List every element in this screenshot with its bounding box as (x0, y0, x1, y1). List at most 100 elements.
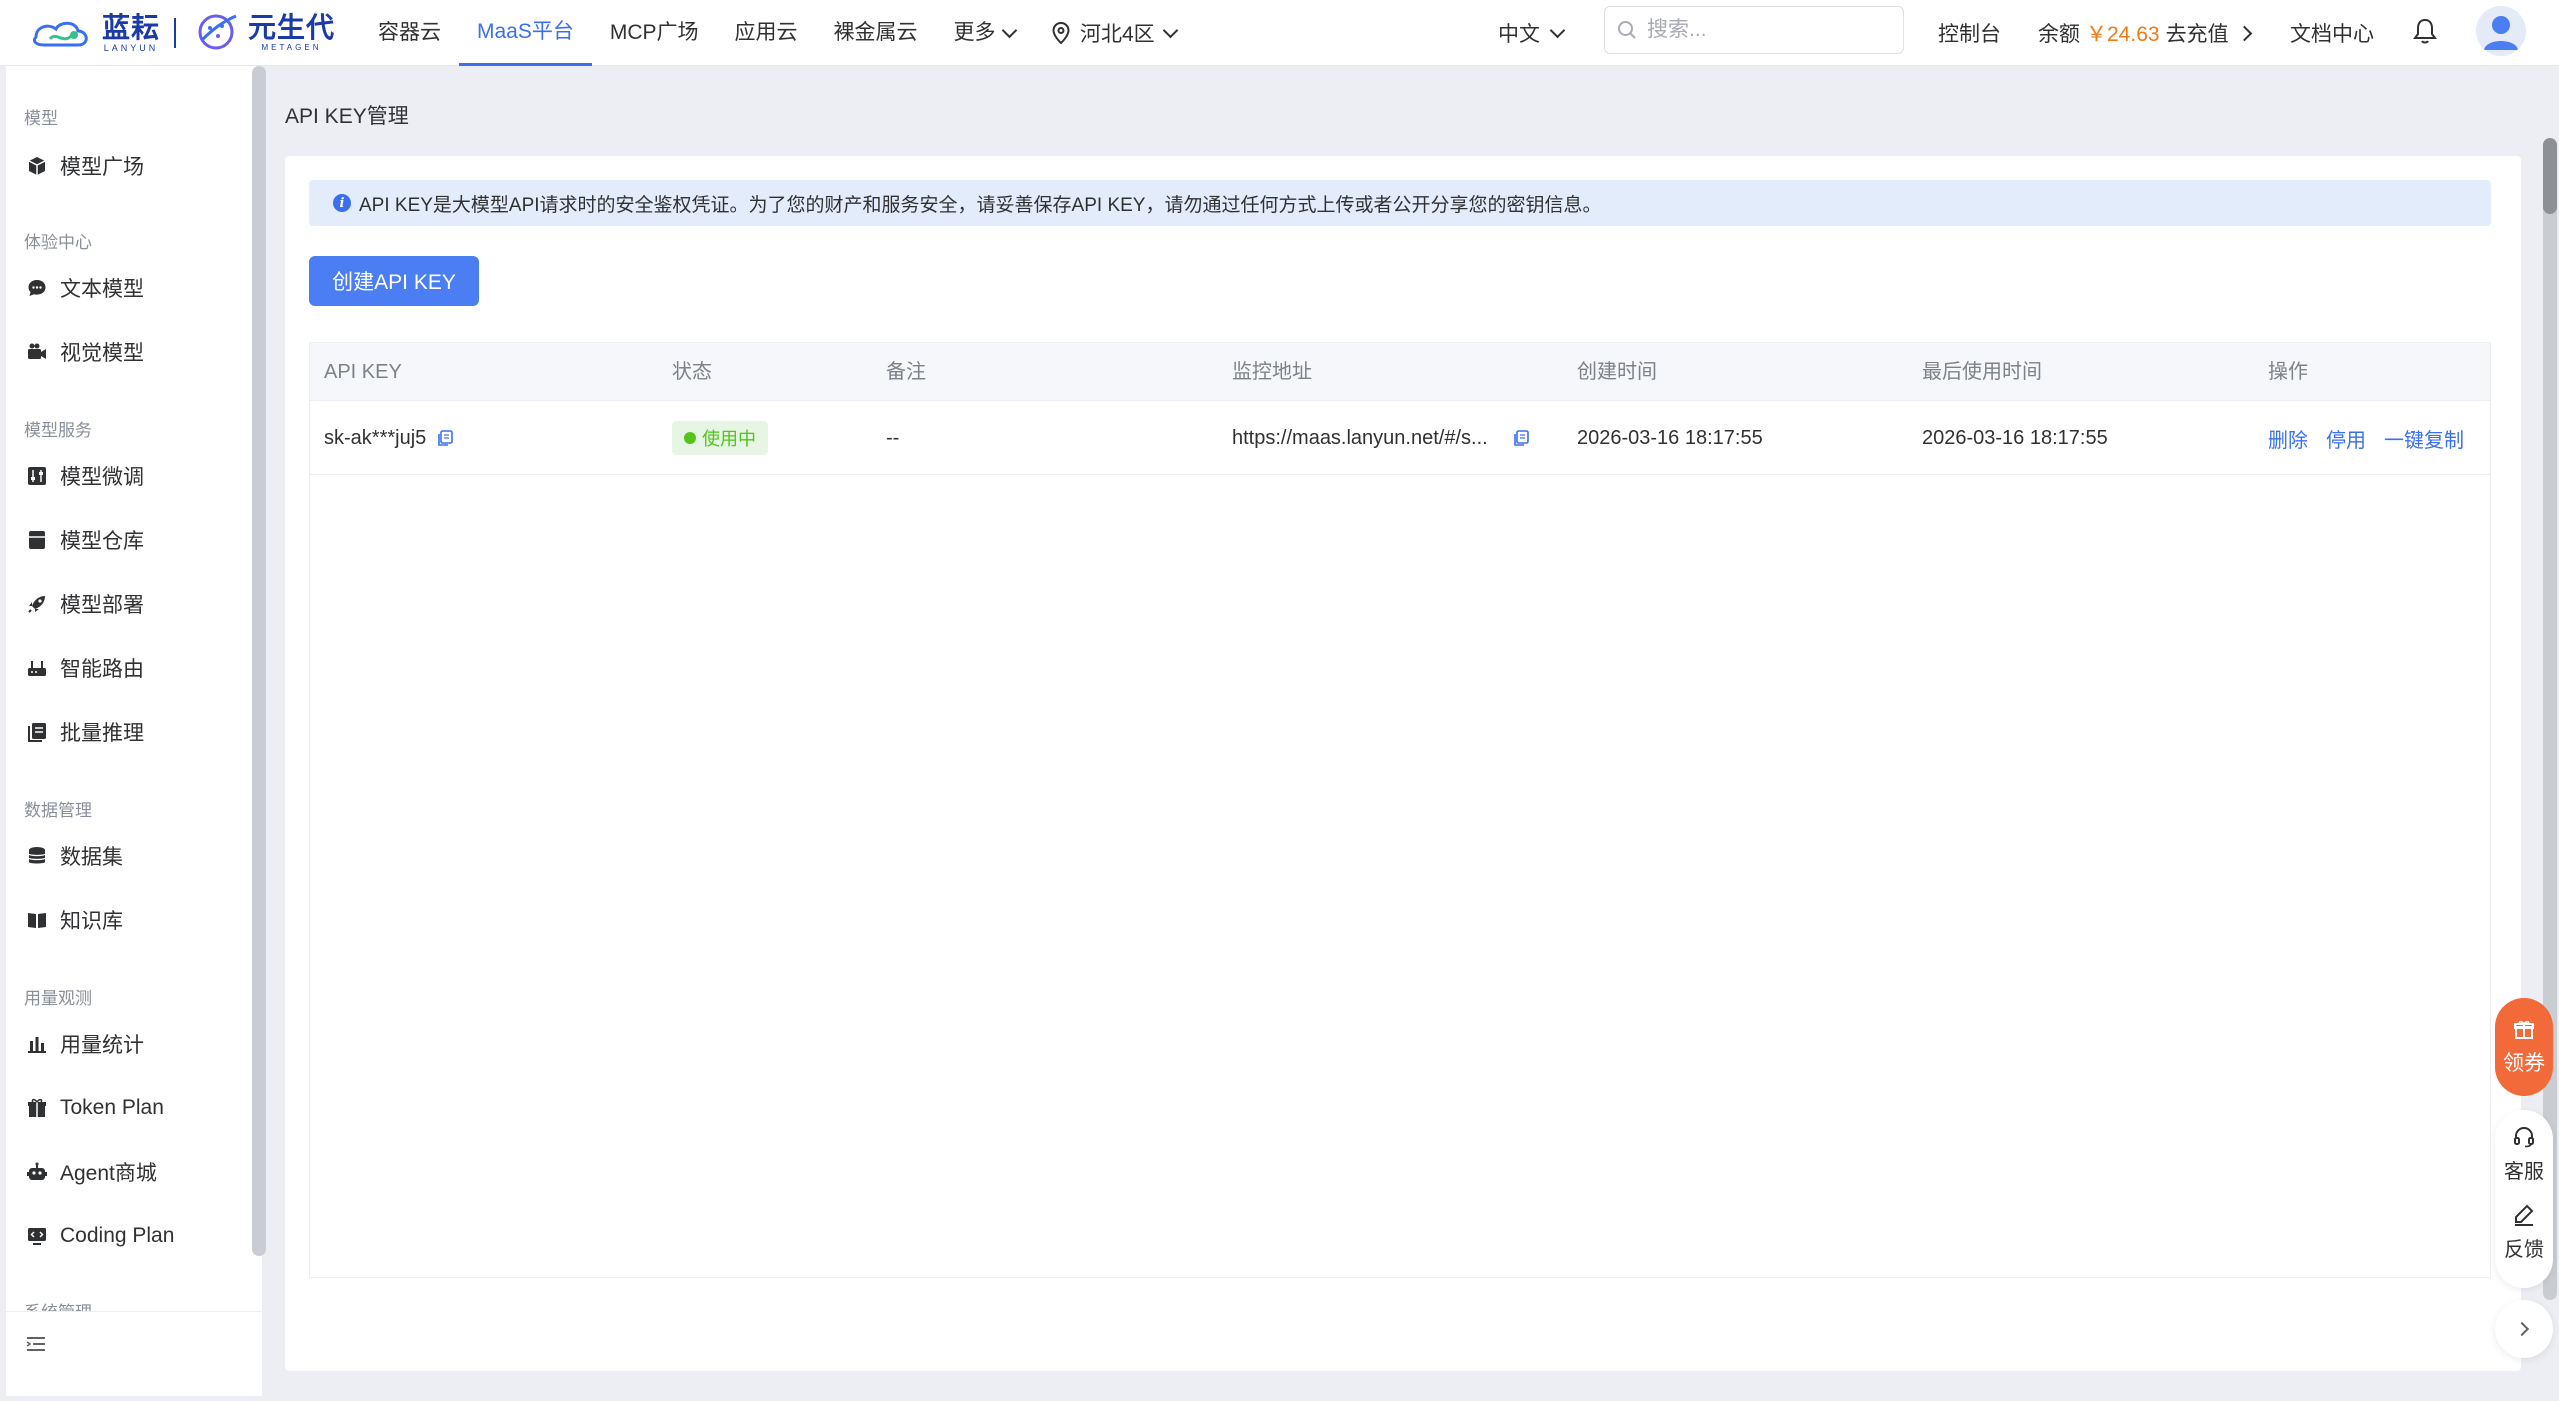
copy-icon[interactable] (436, 429, 454, 447)
language-selector[interactable]: 中文 (1498, 0, 1566, 66)
nav-item-mcp[interactable]: MCP广场 (592, 0, 717, 66)
sidebar-group-title: 系统管理 (24, 1298, 92, 1311)
cell-status: 使用中 (672, 401, 768, 475)
docs-link[interactable]: 文档中心 (2290, 0, 2374, 66)
lanyun-logo-en: LANYUN (103, 42, 159, 53)
docs-label: 文档中心 (2290, 23, 2374, 46)
sidebar-item-knowledge-base[interactable]: 知识库 (26, 900, 246, 940)
chevron-down-icon (1162, 22, 1178, 38)
disable-button[interactable]: 停用 (2326, 424, 2366, 453)
edit-pen-icon (2515, 1204, 2534, 1226)
sidebar-item-smart-routing[interactable]: 智能路由 (26, 648, 246, 688)
metagen-logo-cn: 元生代 (248, 12, 336, 43)
avatar[interactable] (2476, 6, 2526, 56)
region-selector[interactable]: 河北4区 (1052, 0, 1178, 66)
sidebar-item-batch-inference[interactable]: 批量推理 (26, 712, 246, 752)
bar-chart-icon (28, 1037, 46, 1053)
chevron-down-icon (1549, 22, 1566, 38)
cell-actions: 删除 停用 一键复制 (2268, 401, 2464, 475)
sidebar-menu: 模型 模型广场 体验中心 文本模型 视觉模型 模型服务 模型微调 模型仓库 模型… (6, 66, 262, 1311)
bell-icon[interactable] (2410, 16, 2440, 46)
api-key-table: API KEY 状态 备注 监控地址 创建时间 最后使用时间 操作 sk-ak*… (309, 342, 2491, 1278)
metagen-logo[interactable]: 元生代 METAGEN (192, 8, 335, 58)
status-text: 使用中 (702, 429, 756, 449)
nav-label: MaaS平台 (477, 19, 574, 43)
collapse-menu-icon[interactable] (24, 1332, 48, 1356)
sidebar-item-token-plan[interactable]: Token Plan (26, 1088, 246, 1128)
nav-label: 更多 (953, 21, 996, 44)
search-box[interactable] (1604, 6, 1904, 54)
sidebar-item-vision-model[interactable]: 视觉模型 (26, 332, 246, 372)
sidebar-item-label: 用量统计 (60, 1034, 144, 1057)
sidebar-item-model-square[interactable]: 模型广场 (26, 146, 246, 186)
alert-text: API KEY是大模型API请求时的安全鉴权凭证。为了您的财产和服务安全，请妥善… (359, 194, 1602, 216)
console-link[interactable]: 控制台 (1938, 0, 2001, 66)
sidebar-item-label: 模型仓库 (60, 530, 144, 553)
sidebar-item-coding-plan[interactable]: Coding Plan (26, 1216, 246, 1256)
headset-icon (2514, 1126, 2534, 1147)
sidebar-item-label: 批量推理 (60, 722, 144, 745)
feedback-button[interactable]: 反馈 (2495, 1196, 2553, 1268)
last-used-value: 2026-03-16 18:17:55 (1922, 426, 2108, 449)
stack-icon (28, 723, 46, 742)
copy-all-button[interactable]: 一键复制 (2384, 424, 2464, 453)
sidebar-item-text-model[interactable]: 文本模型 (26, 268, 246, 308)
table-header: API KEY 状态 备注 监控地址 创建时间 最后使用时间 操作 (310, 343, 2490, 401)
cell-last-used: 2026-03-16 18:17:55 (1922, 401, 2108, 475)
language-label: 中文 (1498, 23, 1540, 46)
recharge-link[interactable]: 去充值 (2165, 18, 2252, 48)
coupon-button[interactable]: 领券 (2495, 998, 2553, 1096)
coupon-label: 领券 (2503, 1052, 2545, 1075)
search-input[interactable] (1647, 18, 1887, 42)
sidebar-group-title: 数据管理 (24, 801, 92, 820)
nav-item-maas[interactable]: MaaS平台 (459, 0, 592, 66)
sidebar-item-model-deploy[interactable]: 模型部署 (26, 584, 246, 624)
column-header-actions: 操作 (2268, 361, 2308, 383)
console-label: 控制台 (1938, 23, 2001, 46)
status-badge: 使用中 (672, 421, 768, 455)
info-alert: i API KEY是大模型API请求时的安全鉴权凭证。为了您的财产和服务安全，请… (309, 180, 2491, 226)
nav-item-container-cloud[interactable]: 容器云 (360, 0, 459, 66)
nav-label: 应用云 (734, 21, 798, 44)
nav-item-app-cloud[interactable]: 应用云 (717, 0, 816, 66)
sidebar-scrollbar[interactable] (252, 66, 266, 1256)
note-value: -- (886, 426, 900, 449)
chevron-right-icon (2514, 1321, 2530, 1337)
balance-label: 余额 (2038, 23, 2080, 46)
cell-created-at: 2026-03-16 18:17:55 (1577, 401, 1763, 475)
api-key-card: i API KEY是大模型API请求时的安全鉴权凭证。为了您的财产和服务安全，请… (285, 156, 2521, 1371)
top-navigation-bar: 蓝耘 LANYUN 元生代 METAGEN 容器云 MaaS平台 MCP广场 应… (0, 0, 2559, 66)
sidebar-item-usage-stats[interactable]: 用量统计 (26, 1024, 246, 1064)
sidebar-item-fine-tune[interactable]: 模型微调 (26, 456, 246, 496)
copy-icon[interactable] (1512, 429, 1530, 447)
nav-item-bare-metal[interactable]: 裸金属云 (816, 0, 936, 66)
delete-button[interactable]: 删除 (2268, 424, 2308, 453)
sidebar-group-title: 模型 (24, 109, 58, 128)
customer-service-button[interactable]: 客服 (2495, 1118, 2553, 1190)
api-key-value: sk-ak***juj5 (324, 426, 427, 449)
cube-icon (28, 157, 46, 175)
balance-amount: ￥24.63 (2086, 23, 2160, 46)
sidebar: 模型 模型广场 体验中心 文本模型 视觉模型 模型服务 模型微调 模型仓库 模型… (6, 66, 266, 1396)
lanyun-logo-icon (32, 21, 88, 47)
sidebar-item-label: 模型部署 (60, 594, 144, 617)
box-icon (29, 531, 45, 549)
create-api-key-button[interactable]: 创建API KEY (309, 256, 479, 306)
logo-divider (174, 18, 176, 48)
sidebar-item-label: 智能路由 (60, 658, 144, 681)
chevron-right-icon (2236, 25, 2252, 41)
sidebar-item-agent-store[interactable]: Agent商城 (26, 1152, 246, 1192)
feedback-label: 反馈 (2504, 1238, 2544, 1261)
chat-bubble-icon (28, 280, 46, 296)
page-scrollbar-thumb[interactable] (2543, 138, 2557, 214)
chevron-down-icon (1001, 22, 1017, 38)
nav-item-more[interactable]: 更多 (936, 0, 1033, 66)
expand-widget-button[interactable] (2495, 1300, 2553, 1358)
sidebar-item-dataset[interactable]: 数据集 (26, 836, 246, 876)
rocket-icon (28, 596, 45, 613)
column-header-status: 状态 (672, 361, 712, 383)
recharge-label: 去充值 (2165, 23, 2229, 46)
lanyun-logo[interactable]: 蓝耘 LANYUN (30, 8, 160, 58)
sidebar-item-model-repo[interactable]: 模型仓库 (26, 520, 246, 560)
metagen-logo-icon (198, 14, 237, 50)
